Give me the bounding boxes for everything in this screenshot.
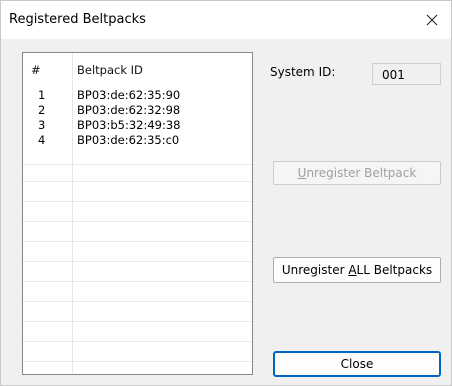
unregister-all-beltpacks-button[interactable]: Unregister ALL Beltpacks: [273, 257, 441, 283]
row-beltpack-id: BP03:de:62:35:c0: [77, 133, 180, 147]
list-row[interactable]: 1 BP03:de:62:35:90: [23, 88, 252, 103]
row-separator: [23, 221, 252, 222]
column-header-number[interactable]: #: [31, 63, 41, 77]
row-beltpack-id: BP03:de:62:32:98: [77, 103, 181, 117]
title-bar: Registered Beltpacks: [1, 1, 451, 39]
row-number: 3: [38, 118, 46, 132]
close-window-button[interactable]: [417, 5, 447, 35]
unregister-all-label-prefix: Unregister: [281, 263, 349, 277]
list-row[interactable]: 3 BP03:b5:32:49:38: [23, 118, 252, 133]
window-title: Registered Beltpacks: [9, 12, 146, 27]
row-beltpack-id: BP03:b5:32:49:38: [77, 118, 181, 132]
row-separator: [23, 241, 252, 242]
dialog-window: Registered Beltpacks # Beltpack ID 1 BP0…: [0, 0, 452, 386]
close-icon: [426, 14, 438, 26]
row-number: 1: [38, 88, 46, 102]
list-row[interactable]: 2 BP03:de:62:32:98: [23, 103, 252, 118]
row-separator: [23, 261, 252, 262]
row-separator: [23, 361, 252, 362]
unregister-beltpack-button[interactable]: Unregister Beltpack: [273, 161, 441, 185]
row-number: 4: [38, 133, 46, 147]
system-id-field: 001: [372, 63, 441, 85]
list-row[interactable]: 4 BP03:de:62:35:c0: [23, 133, 252, 148]
row-separator: [23, 301, 252, 302]
beltpack-list[interactable]: # Beltpack ID 1 BP03:de:62:35:90 2 BP03:…: [22, 52, 253, 375]
row-separator: [23, 281, 252, 282]
row-beltpack-id: BP03:de:62:35:90: [77, 88, 181, 102]
row-separator: [23, 181, 252, 182]
system-id-label: System ID:: [270, 65, 336, 79]
close-button[interactable]: Close: [273, 351, 441, 377]
unregister-label-suffix: nregister Beltpack: [306, 166, 417, 180]
column-header-beltpack-id[interactable]: Beltpack ID: [77, 63, 143, 77]
row-separator: [23, 164, 252, 165]
unregister-all-label-suffix: LL Beltpacks: [356, 263, 433, 277]
row-separator: [23, 201, 252, 202]
unregister-all-mnemonic: A: [348, 263, 357, 277]
row-separator: [23, 341, 252, 342]
row-number: 2: [38, 103, 46, 117]
row-separator: [23, 321, 252, 322]
